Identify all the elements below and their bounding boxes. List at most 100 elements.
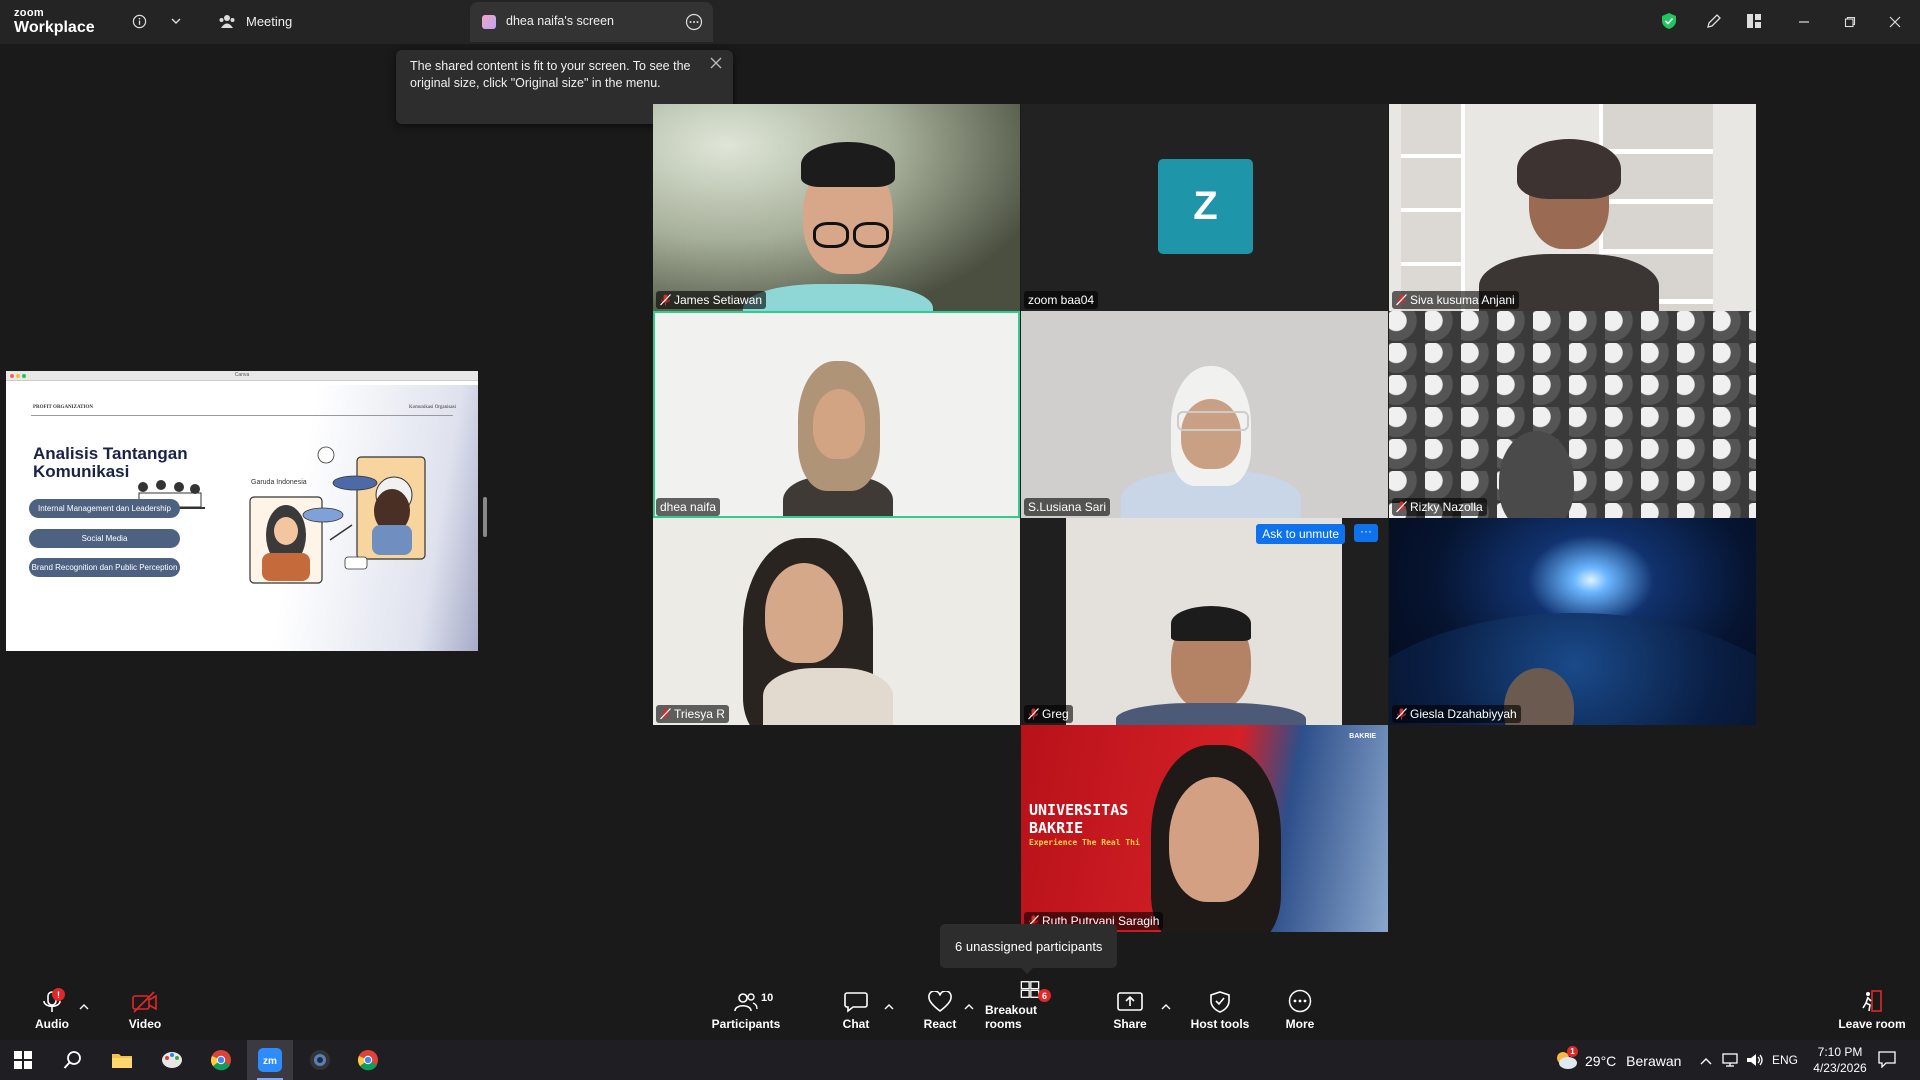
shared-window-titlebar: Canva	[6, 371, 478, 381]
chat-options-caret-icon[interactable]	[884, 998, 894, 1010]
participant-tile[interactable]: Ask to unmute ··· Greg	[1021, 518, 1388, 725]
volume-icon[interactable]	[1746, 1052, 1764, 1073]
person-hair	[801, 142, 895, 187]
zoom-app-icon: zm	[258, 1048, 282, 1072]
participant-tile[interactable]: dhea naifa	[653, 311, 1020, 518]
svg-text:zm: zm	[263, 1056, 277, 1067]
leave-room-label: Leave room	[1838, 1017, 1906, 1031]
host-tools-button[interactable]: Host tools	[1190, 980, 1250, 1038]
meeting-label[interactable]: Meeting	[246, 14, 292, 29]
chat-button[interactable]: Chat	[832, 980, 880, 1038]
input-language[interactable]: ENG	[1772, 1053, 1798, 1067]
camera-app-icon	[310, 1050, 330, 1070]
show-hidden-icons-chevron-icon[interactable]	[1700, 1053, 1712, 1071]
banner-line3: Experience The Real Thi	[1029, 838, 1140, 847]
participants-icon	[734, 993, 758, 1012]
minimize-button[interactable]	[1794, 12, 1814, 32]
participant-tile[interactable]: James Setiawan	[653, 104, 1020, 311]
search-button[interactable]	[50, 1040, 96, 1080]
ask-to-unmute-button[interactable]: Ask to unmute	[1256, 524, 1345, 544]
tile-more-button[interactable]: ···	[1354, 524, 1378, 542]
participant-tile[interactable]: Siva kusuma Anjani	[1389, 104, 1756, 311]
slide-pill-1: Internal Management dan Leadership	[29, 499, 180, 518]
taskbar-file-explorer[interactable]	[99, 1040, 145, 1080]
participant-avatar: Z	[1158, 159, 1253, 254]
leave-room-button[interactable]: Leave room	[1836, 980, 1908, 1038]
taskbar-chrome-2[interactable]	[345, 1040, 391, 1080]
participant-tile[interactable]: S.Lusiana Sari	[1021, 311, 1388, 518]
participant-tile[interactable]: UNIVERSITAS BAKRIE Experience The Real T…	[1021, 725, 1388, 932]
view-layout-icon[interactable]	[1743, 10, 1765, 32]
shared-screen[interactable]: Canva PROFIT ORGANIZATION Komunikasi Org…	[6, 371, 478, 651]
glasses	[1177, 411, 1249, 431]
breakout-rooms-badge: 6	[1038, 989, 1051, 1002]
participant-name-label: Greg	[1024, 705, 1073, 723]
react-options-caret-icon[interactable]	[964, 998, 974, 1010]
tab-more-icon[interactable]	[685, 13, 703, 36]
screen-share-tab[interactable]: dhea naifa's screen	[470, 2, 713, 42]
participant-name: dhea naifa	[660, 500, 717, 514]
participant-name-label: Triesya R	[656, 705, 729, 723]
participant-tile[interactable]: Rizky Nazolla	[1389, 311, 1756, 518]
react-button[interactable]: React	[917, 980, 963, 1038]
muted-mic-icon	[1396, 294, 1407, 306]
network-icon[interactable]	[1722, 1052, 1740, 1073]
taskbar-chrome[interactable]	[198, 1040, 244, 1080]
bakrie-banner: UNIVERSITAS BAKRIE Experience The Real T…	[1029, 801, 1140, 849]
breakout-rooms-button[interactable]: Breakout rooms 6	[985, 980, 1075, 1038]
participant-name: Rizky Nazolla	[1410, 500, 1483, 514]
share-screen-icon	[1117, 992, 1143, 1011]
chevron-down-icon[interactable]	[165, 10, 187, 32]
video-gallery: James Setiawan Z zoom baa04 Siva kusuma …	[653, 104, 1757, 932]
slide-pill-3: Brand Recognition dan Public Perception	[29, 558, 180, 577]
weather-icon[interactable]: 1	[1553, 1046, 1579, 1077]
participants-button[interactable]: Participants 10	[709, 980, 783, 1038]
info-icon[interactable]	[128, 10, 150, 32]
participant-tile[interactable]: Z zoom baa04	[1021, 104, 1388, 311]
restore-button[interactable]	[1840, 12, 1860, 32]
weather-temperature[interactable]: 29°C Berawan	[1585, 1053, 1681, 1069]
taskbar-zoom[interactable]: zm	[247, 1040, 293, 1080]
audio-options-caret-icon[interactable]	[79, 998, 89, 1010]
logo-bottom-text: Workplace	[14, 19, 95, 36]
tooltip-text: The shared content is fit to your screen…	[410, 59, 691, 90]
clock-date: 4/23/2026	[1813, 1061, 1867, 1075]
share-tab-icon	[482, 15, 496, 29]
participant-name-label: Siva kusuma Anjani	[1392, 291, 1519, 309]
video-label: Video	[128, 1017, 162, 1031]
participant-tile[interactable]: Giesla Dzahabiyyah	[1389, 518, 1756, 725]
notification-center-icon[interactable]	[1878, 1050, 1896, 1073]
participant-name-label: S.Lusiana Sari	[1024, 498, 1111, 516]
breakout-rooms-label: Breakout rooms	[985, 1003, 1038, 1031]
participant-name: Siva kusuma Anjani	[1410, 293, 1515, 307]
taskbar-app-paint[interactable]	[149, 1040, 195, 1080]
windows-start-button[interactable]	[0, 1040, 46, 1080]
split-view-handle[interactable]	[483, 497, 487, 537]
person-face	[1169, 777, 1259, 902]
muted-mic-icon	[1396, 501, 1407, 513]
slide-title-line1: Analisis Tantangan	[33, 444, 188, 463]
annotate-pencil-icon[interactable]	[1703, 10, 1725, 32]
glasses-left	[813, 222, 849, 248]
logo-top-text: zoom	[14, 7, 44, 19]
chat-illustration	[249, 446, 426, 584]
more-button[interactable]: More	[1280, 980, 1320, 1038]
audio-label: Audio	[35, 1017, 69, 1031]
muted-mic-icon	[660, 708, 671, 720]
window-dot-yellow	[16, 374, 20, 378]
share-options-caret-icon[interactable]	[1161, 998, 1171, 1010]
participant-tile[interactable]: Triesya R	[653, 518, 1020, 725]
more-label: More	[1285, 1017, 1315, 1031]
audio-button[interactable]: Audio !	[22, 980, 82, 1038]
folder-icon	[112, 1054, 132, 1068]
weather-description: Berawan	[1626, 1053, 1682, 1069]
taskbar-clock[interactable]: 7:10 PM 4/23/2026	[1806, 1044, 1874, 1076]
video-button[interactable]: Video	[115, 980, 175, 1038]
close-window-button[interactable]	[1885, 12, 1905, 32]
share-button[interactable]: Share	[1110, 980, 1150, 1038]
muted-mic-icon	[660, 294, 671, 306]
person-body	[1116, 703, 1306, 725]
security-shield-icon[interactable]	[1658, 10, 1680, 32]
tooltip-close-icon[interactable]	[709, 56, 725, 72]
taskbar-camera-app[interactable]	[297, 1040, 343, 1080]
